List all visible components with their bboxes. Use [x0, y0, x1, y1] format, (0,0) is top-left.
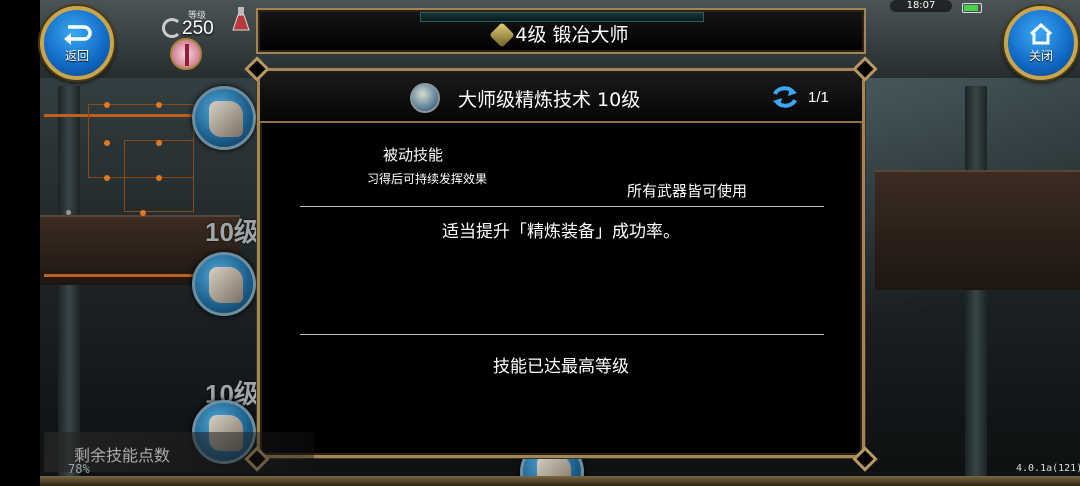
passive-label: 被动技能 — [383, 146, 444, 164]
level-swirl-icon — [162, 18, 182, 38]
tree-node — [66, 210, 71, 215]
back-button-label: 返回 — [64, 48, 89, 63]
shelf-right — [875, 170, 1080, 290]
tree-node — [156, 140, 162, 146]
max-level-note: 技能已达最高等级 — [493, 357, 629, 377]
divider — [300, 206, 824, 207]
pillar-left — [58, 86, 80, 486]
tree-line — [44, 274, 194, 277]
progress-percent: 78% — [68, 462, 90, 476]
page-title: 4级 锻冶大师 — [515, 24, 629, 46]
bottom-frame — [40, 476, 1080, 486]
skill-level-ghost: 10级 — [205, 217, 260, 247]
page-indicator: 1/1 — [808, 89, 829, 106]
dialog-header: 大师级精炼技术 10级 1/1 — [260, 71, 862, 123]
weapons-note: 所有武器皆可使用 — [627, 182, 748, 200]
close-button-label: 关闭 — [1028, 48, 1053, 63]
left-black-margin — [0, 0, 40, 486]
refine-skill-icon — [410, 83, 440, 113]
skill-armor-sword-icon[interactable] — [192, 252, 256, 316]
flask-icon[interactable] — [232, 6, 250, 32]
skill-description: 适当提升「精炼装备」成功率。 — [442, 222, 680, 242]
battery-icon — [962, 3, 982, 13]
version-label: 4.0.1a(121) — [1016, 463, 1080, 474]
home-icon — [1029, 22, 1053, 44]
passive-description: 习得后可持续发挥效果 — [367, 172, 488, 186]
skill-anvil-icon[interactable] — [192, 86, 256, 150]
title-gem-icon — [489, 22, 516, 48]
tree-node — [156, 175, 162, 181]
swap-arrows-icon[interactable] — [772, 85, 798, 109]
gift-icon[interactable] — [170, 38, 202, 70]
tree-node — [104, 102, 110, 108]
tree-node — [140, 210, 146, 216]
level-value: 250 — [182, 18, 214, 39]
tree-node — [156, 102, 162, 108]
status-clock: 18:07 — [890, 0, 952, 12]
title-banner: 4级 锻冶大师 — [256, 8, 866, 54]
divider — [300, 334, 824, 335]
return-arrow-icon — [64, 24, 92, 45]
close-button[interactable]: 关闭 — [1004, 6, 1078, 80]
back-button[interactable]: 返回 — [40, 6, 114, 80]
tree-node — [104, 140, 110, 146]
skill-detail-dialog: 大师级精炼技术 10级 1/1 被动技能 习得后可持续发挥效果 所有武器皆可使用… — [257, 68, 865, 458]
tree-node — [104, 175, 110, 181]
dialog-title: 大师级精炼技术 10级 — [458, 89, 641, 111]
